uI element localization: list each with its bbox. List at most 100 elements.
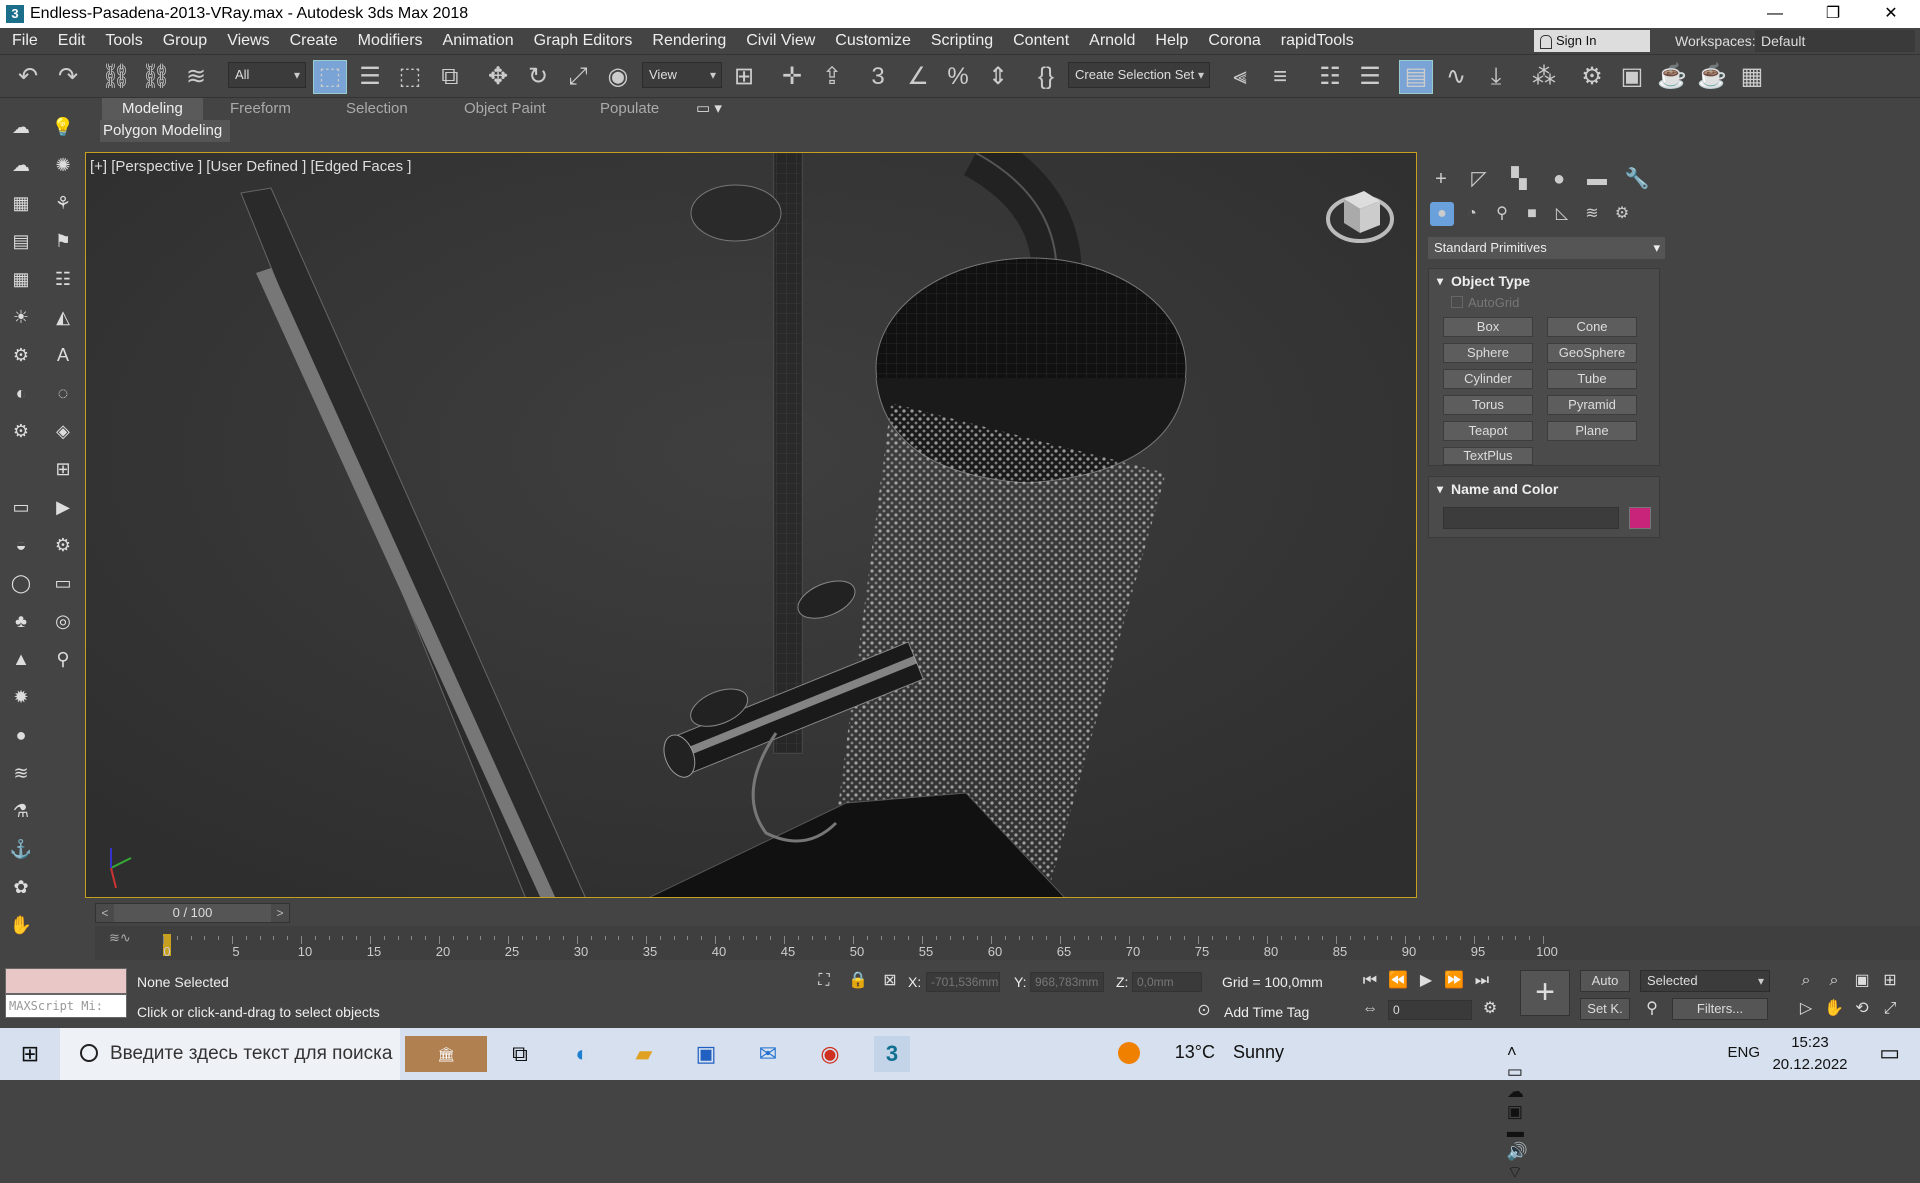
menu-animation[interactable]: Animation xyxy=(433,32,524,50)
align-icon[interactable]: ≡ xyxy=(1264,61,1296,93)
tool-icon-12[interactable]: A xyxy=(50,342,76,368)
temperature[interactable]: 13°C xyxy=(1175,1042,1215,1063)
menu-views[interactable]: Views xyxy=(217,32,279,50)
name-color-title[interactable]: Name and Color xyxy=(1429,477,1659,501)
link-icon[interactable]: ⛓ xyxy=(100,61,132,93)
set-key-big-icon[interactable]: + xyxy=(1520,970,1570,1016)
tool-icon-27[interactable]: ⚲ xyxy=(50,646,76,672)
tool-icon-13[interactable]: ◐ xyxy=(8,380,34,406)
hierarchy-tab-icon[interactable]: ▚ xyxy=(1506,166,1532,192)
tool-icon-24[interactable]: ♣ xyxy=(8,608,34,634)
pivot-center-icon[interactable]: ⊞ xyxy=(728,61,760,93)
render-a360-icon[interactable]: ▦ xyxy=(1736,61,1768,93)
material-editor-icon[interactable]: ⁂ xyxy=(1528,61,1560,93)
geometry-icon[interactable]: ● xyxy=(1430,202,1454,226)
sun-icon[interactable]: ✺ xyxy=(50,152,76,178)
workspace-dropdown[interactable]: Default xyxy=(1755,30,1915,52)
tool-icon-11[interactable]: ⚙ xyxy=(8,342,34,368)
box-button[interactable]: Box xyxy=(1443,317,1533,337)
task-view-icon[interactable]: ⧉ xyxy=(502,1036,538,1072)
shapes-icon[interactable]: ◔ xyxy=(1460,202,1484,226)
menu-rendering[interactable]: Rendering xyxy=(642,32,736,50)
minimize-button[interactable]: — xyxy=(1746,0,1804,28)
key-filter-dropdown[interactable]: Selected xyxy=(1640,970,1770,992)
tool-icon-8[interactable]: ☷ xyxy=(50,266,76,292)
orbit-icon[interactable]: ⟲ xyxy=(1850,998,1874,1020)
go-to-start-icon[interactable]: ⏮ xyxy=(1358,970,1382,992)
tool-icon-34[interactable]: ✋ xyxy=(8,912,34,938)
polygon-modeling-panel[interactable]: Polygon Modeling xyxy=(100,120,230,142)
time-configuration-icon[interactable]: ⚙ xyxy=(1478,998,1502,1020)
set-key-button[interactable]: Set K. xyxy=(1580,998,1630,1020)
viewport-label[interactable]: [+] [Perspective ] [User Defined ] [Edge… xyxy=(90,158,411,175)
x-coord-field[interactable]: -701,536mm xyxy=(926,972,1000,992)
taskbar-search-input[interactable]: Введите здесь текст для поиска xyxy=(60,1028,400,1080)
torus-button[interactable]: Torus xyxy=(1443,395,1533,415)
motion-tab-icon[interactable]: ● xyxy=(1546,166,1572,192)
next-frame-arrow-icon[interactable]: > xyxy=(271,904,289,922)
menu-group[interactable]: Group xyxy=(153,32,217,50)
close-button[interactable]: ✕ xyxy=(1862,0,1920,28)
scene-explorer-icon[interactable]: ☷ xyxy=(1314,61,1346,93)
tool-icon-31[interactable]: ⚗ xyxy=(8,798,34,824)
select-by-name-icon[interactable]: ☰ xyxy=(354,61,386,93)
tab-modeling[interactable]: Modeling xyxy=(102,98,203,120)
perspective-viewport[interactable]: [+] [Perspective ] [User Defined ] [Edge… xyxy=(85,152,1417,898)
3dsmax-taskbar-icon[interactable]: 3 xyxy=(874,1036,910,1072)
mirror-icon[interactable]: ⫷ xyxy=(1224,61,1256,93)
tool-icon-32[interactable]: ⚓ xyxy=(8,836,34,862)
scale-icon[interactable]: ⤢ xyxy=(562,61,594,93)
tool-icon-29[interactable]: ● xyxy=(8,722,34,748)
menu-scripting[interactable]: Scripting xyxy=(921,32,1003,50)
percent-snap-icon[interactable]: % xyxy=(942,61,974,93)
snap-toggle-icon[interactable]: 3 xyxy=(862,61,894,93)
maxscript-listener[interactable]: MAXScript Mi: xyxy=(5,968,127,1020)
bind-space-warp-icon[interactable]: ≋ xyxy=(180,61,212,93)
tool-icon-9[interactable]: ☀ xyxy=(8,304,34,330)
add-time-tag[interactable]: Add Time Tag xyxy=(1224,1004,1309,1020)
window-crossing-icon[interactable]: ⧉ xyxy=(434,61,466,93)
tab-freeform[interactable]: Freeform xyxy=(230,98,291,120)
tool-icon-19[interactable]: ▶ xyxy=(50,494,76,520)
maximize-viewport-icon[interactable]: ⤢ xyxy=(1878,998,1902,1020)
tab-object-paint[interactable]: Object Paint xyxy=(464,98,546,120)
cone-button[interactable]: Cone xyxy=(1547,317,1637,337)
selection-filter-dropdown[interactable]: All xyxy=(228,62,306,88)
selection-set-dropdown[interactable]: Create Selection Set xyxy=(1068,62,1210,88)
cylinder-button[interactable]: Cylinder xyxy=(1443,369,1533,389)
tool-icon-5[interactable]: ▤ xyxy=(8,228,34,254)
select-object-icon[interactable]: ⬚ xyxy=(313,60,347,94)
rotate-icon[interactable]: ↻ xyxy=(522,61,554,93)
rect-selection-icon[interactable]: ⬚ xyxy=(394,61,426,93)
tool-icon-1[interactable]: ☁ xyxy=(8,114,34,140)
current-frame-field[interactable]: 0 xyxy=(1388,1000,1472,1020)
weather-condition[interactable]: Sunny xyxy=(1233,1042,1284,1063)
modify-tab-icon[interactable]: ◸ xyxy=(1466,166,1492,192)
select-manipulate-icon[interactable]: ✛ xyxy=(776,61,808,93)
layer-explorer-icon[interactable]: ☰ xyxy=(1354,61,1386,93)
auto-key-button[interactable]: Auto xyxy=(1580,970,1630,992)
systems-icon[interactable]: ⚙ xyxy=(1610,202,1634,226)
sign-in-button[interactable]: Sign In xyxy=(1534,30,1650,52)
key-mode-icon[interactable]: ⇔ xyxy=(1358,998,1382,1020)
tool-icon-21[interactable]: ⚙ xyxy=(50,532,76,558)
tab-selection[interactable]: Selection xyxy=(346,98,408,120)
tool-icon-17[interactable]: ⊞ xyxy=(50,456,76,482)
pyramid-button[interactable]: Pyramid xyxy=(1547,395,1637,415)
cameras-icon[interactable]: ■ xyxy=(1520,202,1544,226)
play-icon[interactable]: ▶ xyxy=(1414,970,1438,992)
tool-icon-16[interactable]: ◈ xyxy=(50,418,76,444)
edge-icon[interactable]: ◐ xyxy=(564,1036,600,1072)
edit-named-selection-icon[interactable]: {} xyxy=(1030,61,1062,93)
teapot-button[interactable]: Teapot xyxy=(1443,421,1533,441)
pan-icon[interactable]: ✋ xyxy=(1822,998,1846,1020)
unlink-icon[interactable]: ⛓ xyxy=(140,61,172,93)
selection-lock-icon[interactable]: 🔒 xyxy=(846,970,870,992)
file-explorer-icon[interactable]: ▰ xyxy=(626,1036,662,1072)
chrome-icon[interactable]: ◉ xyxy=(812,1036,848,1072)
clock-date[interactable]: 20.12.2022 xyxy=(1764,1056,1856,1073)
search-highlight-image[interactable]: 🏛 xyxy=(405,1036,487,1072)
menu-content[interactable]: Content xyxy=(1003,32,1079,50)
zoom-extents-all-icon[interactable]: ⊞ xyxy=(1878,970,1902,992)
render-iterative-icon[interactable]: ☕ xyxy=(1696,61,1728,93)
